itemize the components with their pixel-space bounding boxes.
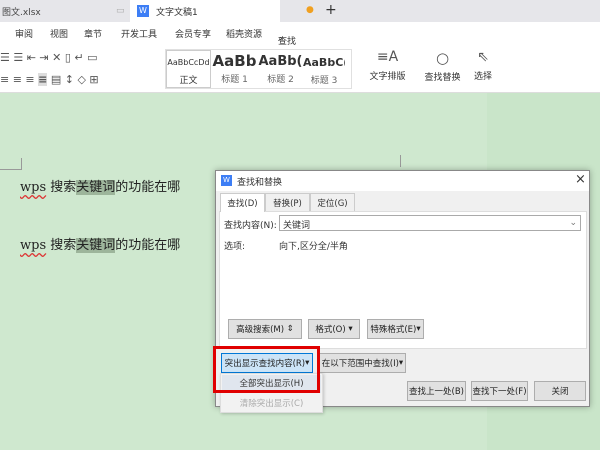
tab-replace[interactable]: 替换(P) [265,193,310,211]
find-in-button[interactable]: 在以下范围中查找(I) ▾ [319,353,406,373]
margin-corner-mark [400,155,401,167]
advanced-search-button[interactable]: 高级搜索(M) ⇕ [228,319,302,339]
menu-bar: 审阅 视图 章节 开发工具 会员专享 稻壳资源 ⌕查找命令、搜索模板 [0,22,600,99]
tab-bar: 图文.xlsx ▭ W 文字文稿1 ● + [0,0,600,22]
document-line: wps 搜索关键词的功能在哪 [20,238,181,253]
highlighted-keyword: 关键词 [76,238,116,253]
magnifier-icon: ○ [435,49,450,67]
style-label: 标题 1 [221,75,248,85]
document-line: wps 搜索关键词的功能在哪 [20,180,181,195]
cursor-icon: ⇖ [477,49,489,65]
tab-label: 文字文稿1 [156,7,198,18]
tab-goto[interactable]: 定位(G) [310,193,355,211]
style-normal[interactable]: AaBbCcDd 正文 [166,50,211,88]
format-button[interactable]: 格式(O) ▾ [308,319,360,339]
button-label: 特殊格式(E) [370,325,417,335]
menu-member[interactable]: 会员专享 [175,27,211,40]
annotation-red-box [213,346,320,393]
options-label: 选项: [224,242,246,252]
button-label: 高级搜索(M) [236,325,285,335]
style-heading3[interactable]: AaBbC( 标题 3 [303,50,345,86]
menu-view[interactable]: 视图 [50,27,68,40]
menu-review[interactable]: 审阅 [15,27,33,40]
toolbar: ☰ ☰ ⇤ ⇥ ✕ ▯ ↵ ▭ ≡ ≡ ≡ ≡ ▤ ↕ ◇ ⊞ AaBbCcDd… [0,45,600,93]
highlighted-keyword: 关键词 [76,180,116,195]
style-label: 标题 3 [310,76,338,86]
find-label: 查找内容(N): [224,221,277,231]
select-button[interactable]: ⇖ 选择 [468,49,498,82]
select-label: 选择 [473,72,492,82]
style-heading1[interactable]: AaBb 标题 1 [212,50,257,85]
find-next-button[interactable]: 查找下一处(F) [471,381,528,401]
close-button[interactable]: 关闭 [534,381,586,401]
new-tab-icon[interactable]: + [325,2,337,18]
tab-document[interactable]: W 文字文稿1 ● [130,0,314,22]
menu-chapter[interactable]: 章节 [84,27,102,40]
dialog-title: 查找和替换 [237,178,283,188]
align-icons[interactable]: ≡ ≡ ≡ ≡ ▤ ↕ ◇ ⊞ [0,73,99,86]
style-preview: AaBbC( [303,56,345,69]
tab-xlsx[interactable]: 图文.xlsx ▭ [0,0,128,22]
list-icons[interactable]: ☰ ☰ ⇤ ⇥ ✕ ▯ ↵ ▭ [0,51,98,64]
style-gallery: AaBbCcDd 正文 AaBb 标题 1 AaBb( 标题 2 AaBbC( 标题 3 [165,49,352,89]
margin-corner-mark [0,158,22,170]
style-preview: AaBb [212,52,257,70]
find-input[interactable]: 关键词 ⌄ [279,215,581,231]
text-layout-label: 文字排版 [369,72,406,82]
chevron-down-icon[interactable]: ⌄ [569,218,577,228]
find-replace-label: 查找替换 [424,73,461,83]
options-value: 向下,区分全/半角 [279,242,348,252]
button-label: 在以下范围中查找(I) [321,359,399,369]
find-value: 关键词 [283,221,311,231]
unsaved-dot-icon: ● [306,5,314,15]
tab-label: 图文.xlsx [2,7,41,18]
find-replace-button[interactable]: ○ 查找替换 [420,49,465,83]
menu-docer[interactable]: 稻壳资源 [226,27,262,40]
text-layout-button[interactable]: ≡A 文字排版 [365,49,410,82]
menu-item-clear-highlight: 清除突出显示(C) [239,399,304,409]
style-preview: AaBb( [258,54,303,69]
wps-icon: W [221,175,232,186]
find-previous-button[interactable]: 查找上一处(B) [407,381,466,401]
button-label: 格式(O) [315,325,346,335]
tab-find[interactable]: 查找(D) [220,193,265,212]
style-label: 标题 2 [267,75,294,85]
monitor-icon[interactable]: ▭ [116,6,125,16]
style-preview: AaBbCcDd [167,58,210,67]
dialog-titlebar: W 查找和替换 × [216,171,589,191]
wps-writer-icon: W [137,5,149,17]
menu-developer[interactable]: 开发工具 [121,27,157,40]
style-heading2[interactable]: AaBb( 标题 2 [258,50,303,85]
close-icon[interactable]: × [575,172,586,187]
style-label: 正文 [179,76,198,86]
special-format-button[interactable]: 特殊格式(E) ▾ [367,319,424,339]
find-panel: 查找内容(N): 关键词 ⌄ 选项: 向下,区分全/半角 高级搜索(M) ⇕ 格式… [219,211,587,349]
text-layout-icon: ≡A [376,49,399,65]
